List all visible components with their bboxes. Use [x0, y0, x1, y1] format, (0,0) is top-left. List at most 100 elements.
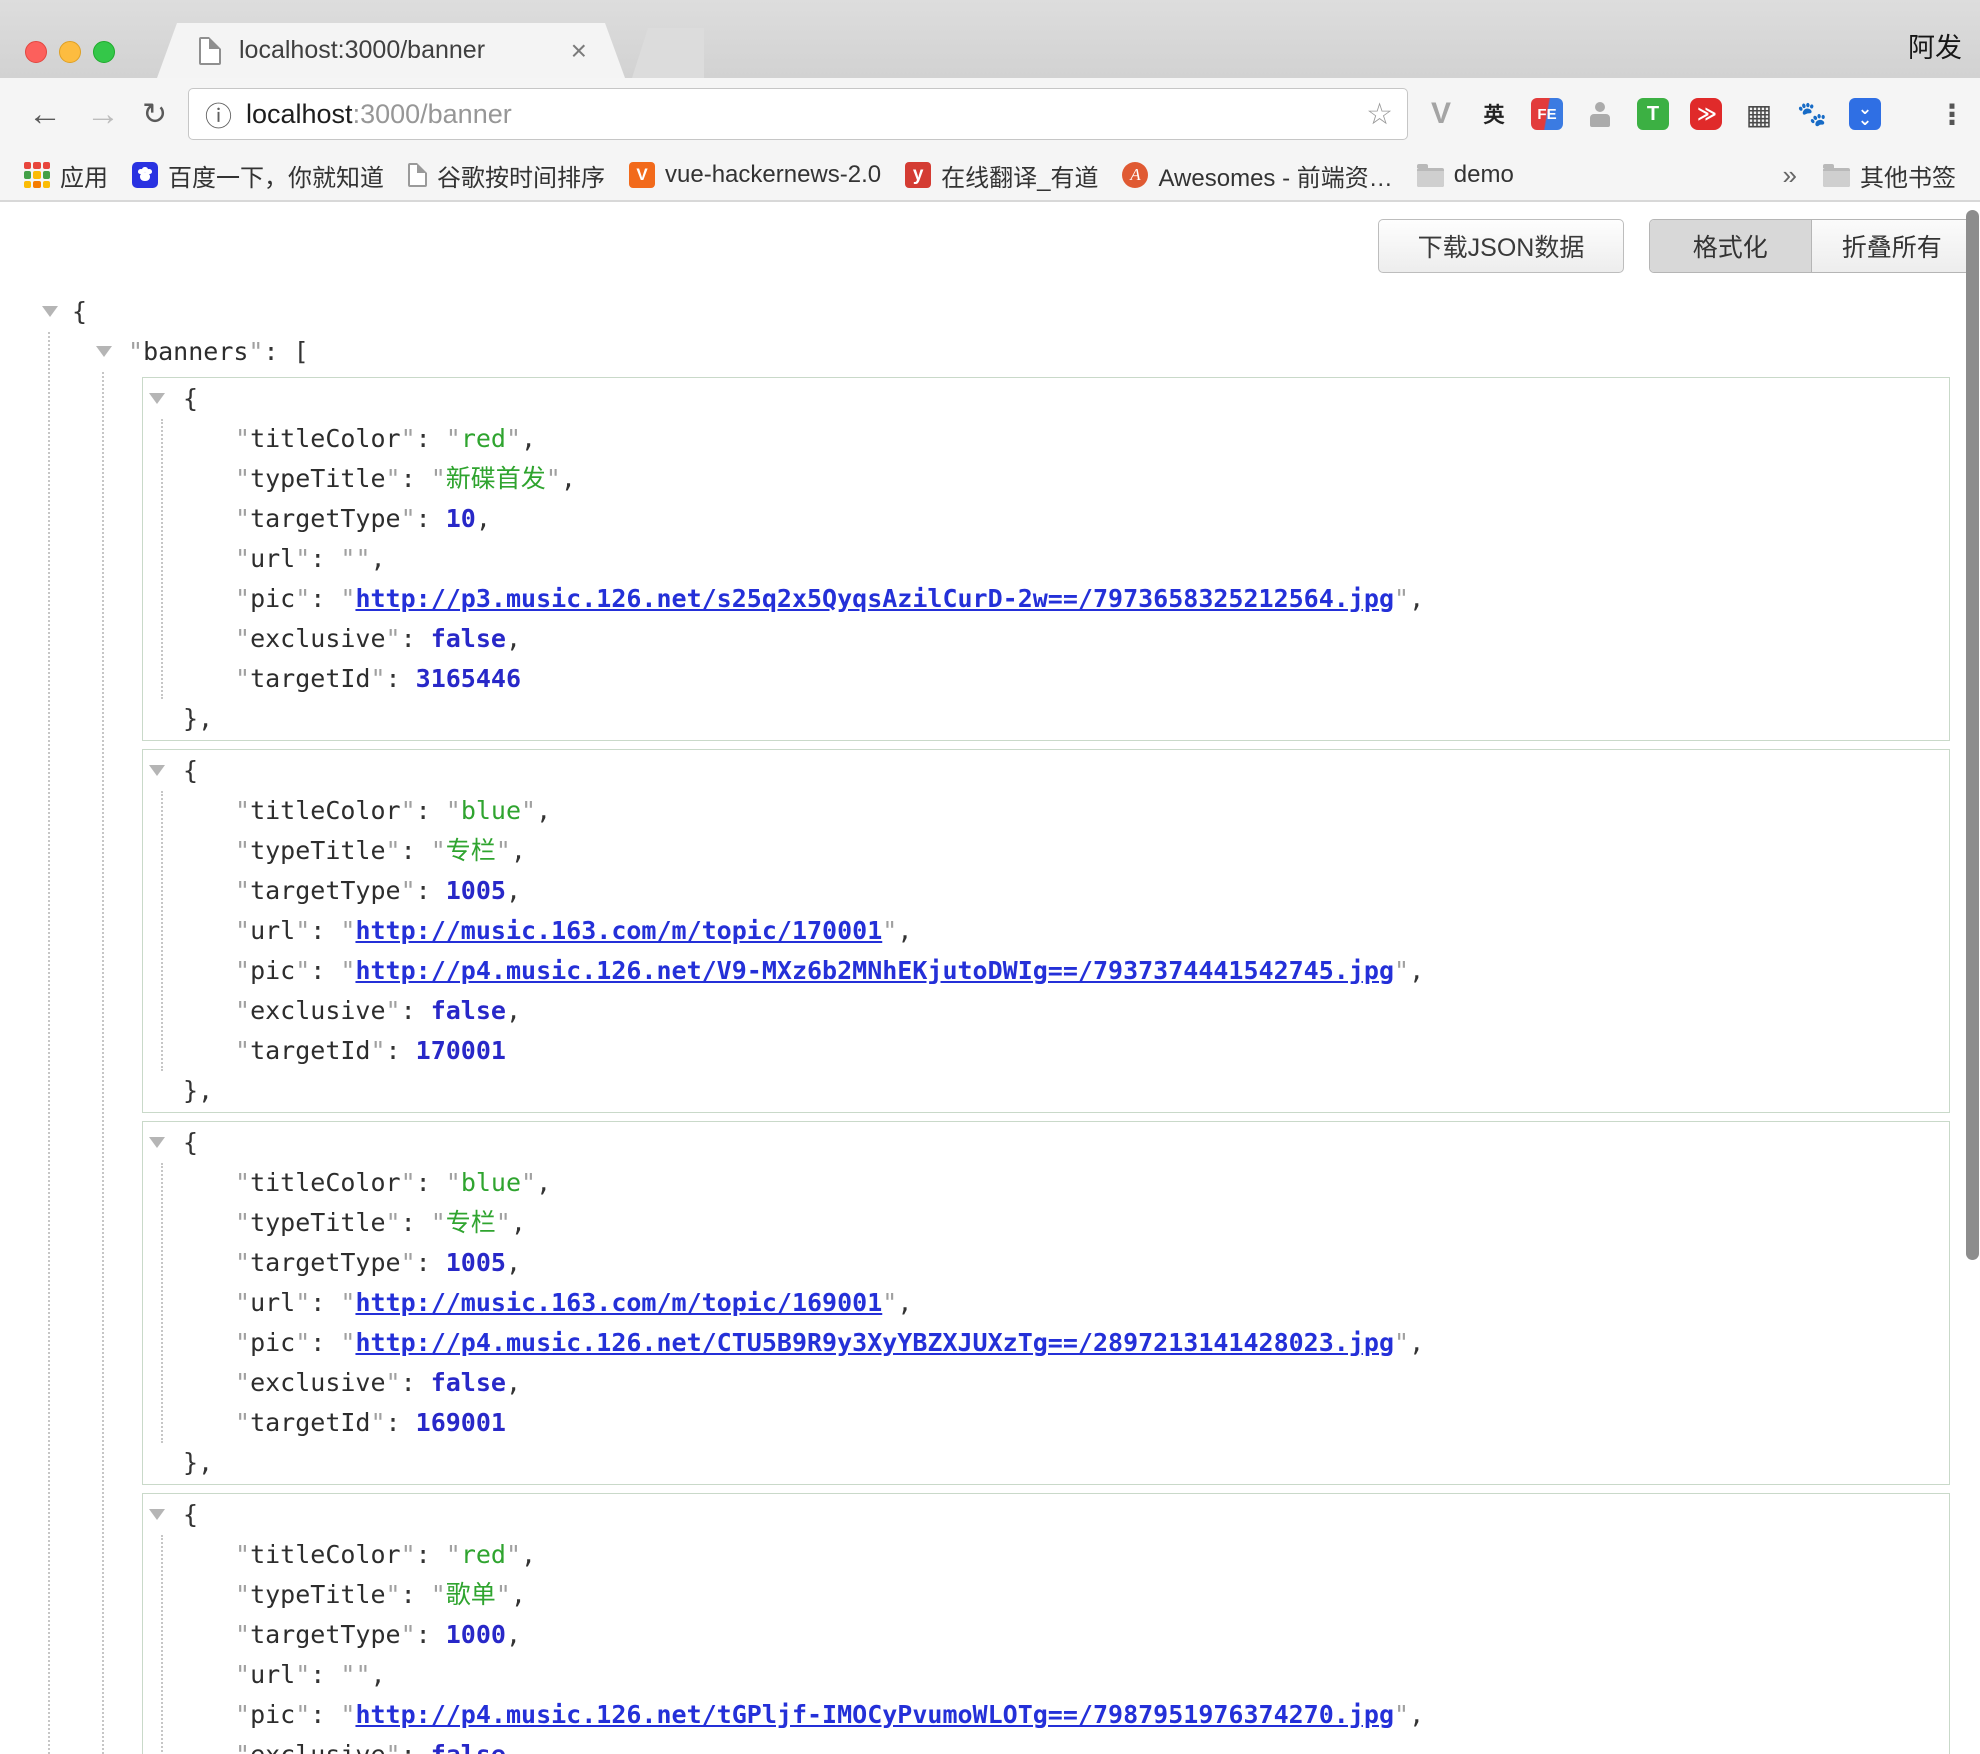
- bookmark-item[interactable]: Vvue-hackernews-2.0: [629, 161, 881, 189]
- json-field-typeTitle: "typeTitle": "新碟首发",: [143, 459, 1949, 499]
- qrcode-icon[interactable]: ▦: [1740, 95, 1778, 133]
- json-field-targetType: "targetType": 1005,: [143, 871, 1949, 911]
- video-download-icon[interactable]: ≫: [1687, 95, 1725, 133]
- page-info-icon[interactable]: ⓘ: [205, 95, 232, 134]
- tampermonkey-icon[interactable]: T: [1634, 95, 1672, 133]
- json-field-targetId: "targetId": 3165446: [143, 659, 1949, 699]
- json-link[interactable]: http://p3.music.126.net/s25q2x5QyqsAzilC…: [355, 584, 1394, 613]
- collapse-toggle-icon[interactable]: [96, 346, 112, 357]
- json-field-titleColor: "titleColor": "blue",: [143, 791, 1949, 831]
- close-window-button[interactable]: [25, 41, 47, 63]
- json-field-targetType: "targetType": 1005,: [143, 1243, 1949, 1283]
- vertical-scrollbar-thumb[interactable]: [1966, 210, 1979, 1260]
- address-bar[interactable]: ⓘ localhost:3000/banner ☆: [188, 88, 1408, 140]
- collapse-toggle-icon[interactable]: [42, 306, 58, 317]
- minimize-window-button[interactable]: [59, 41, 81, 63]
- bookmark-star-icon[interactable]: ☆: [1366, 97, 1393, 132]
- collapse-toggle-icon[interactable]: [149, 1509, 165, 1520]
- profile-name[interactable]: 阿发: [1908, 26, 1962, 65]
- bookmarks-overflow-icon[interactable]: »: [1783, 160, 1797, 191]
- bookmark-label: vue-hackernews-2.0: [665, 161, 881, 189]
- json-object-close: },: [143, 699, 1949, 739]
- bookmark-label: 谷歌按时间排序: [437, 158, 605, 193]
- reload-icon[interactable]: ↻: [142, 78, 167, 150]
- collapse-all-button[interactable]: 折叠所有: [1812, 220, 1973, 272]
- indent-guide: [48, 332, 50, 1754]
- json-field-targetType: "targetType": 1000,: [143, 1615, 1949, 1655]
- json-field-targetId: "targetId": 170001: [143, 1031, 1949, 1071]
- json-object-open: {: [143, 1495, 1949, 1535]
- bookmark-label: Awesomes - 前端资…: [1158, 158, 1392, 193]
- json-link[interactable]: http://music.163.com/m/topic/170001: [355, 916, 882, 945]
- fehelper-icon[interactable]: FE: [1528, 95, 1566, 133]
- json-field-pic: "pic": "http://p3.music.126.net/s25q2x5Q…: [143, 579, 1949, 619]
- yd-icon: y: [905, 162, 931, 188]
- bookmark-item[interactable]: demo: [1417, 161, 1514, 189]
- chrome-menu-icon[interactable]: ⋮: [1938, 78, 1966, 150]
- back-icon[interactable]: ←: [28, 78, 62, 150]
- other-bookmarks-folder[interactable]: 其他书签: [1823, 158, 1956, 193]
- bookmark-item[interactable]: 谷歌按时间排序: [408, 158, 605, 193]
- json-link[interactable]: http://p4.music.126.net/V9-MXz6b2MNhEKju…: [355, 956, 1394, 985]
- tab-title: localhost:3000/banner: [239, 36, 485, 65]
- vue-icon: V: [629, 162, 655, 188]
- format-button[interactable]: 格式化: [1650, 220, 1812, 272]
- page-icon: [408, 163, 427, 187]
- url-text: localhost:3000/banner: [246, 99, 512, 130]
- shield-icon[interactable]: ⌄⌄: [1846, 95, 1884, 133]
- json-field-titleColor: "titleColor": "red",: [143, 419, 1949, 459]
- json-object-open: {: [143, 751, 1949, 791]
- json-field-pic: "pic": "http://p4.music.126.net/CTU5B9R9…: [143, 1323, 1949, 1363]
- bookmark-item[interactable]: 百度一下，你就知道: [132, 158, 384, 193]
- json-root-line: {: [30, 292, 1950, 332]
- json-object-close: },: [143, 1443, 1949, 1483]
- collapse-toggle-icon[interactable]: [149, 765, 165, 776]
- collapse-toggle-icon[interactable]: [149, 1137, 165, 1148]
- banner-item-box: {"titleColor": "blue","typeTitle": "专栏",…: [142, 1121, 1950, 1485]
- json-link[interactable]: http://p4.music.126.net/tGPljf-IMOCyPvum…: [355, 1700, 1394, 1729]
- json-field-targetId: "targetId": 169001: [143, 1403, 1949, 1443]
- zoom-window-button[interactable]: [93, 41, 115, 63]
- json-field-exclusive: "exclusive": false,: [143, 1735, 1949, 1754]
- json-object-open: {: [143, 379, 1949, 419]
- bookmark-label: 应用: [60, 158, 108, 193]
- json-field-targetType: "targetType": 10,: [143, 499, 1949, 539]
- awe-icon: A: [1122, 162, 1148, 188]
- bookmark-item[interactable]: 应用: [24, 158, 108, 193]
- json-viewer: { "banners": [ {"titleColor": "red","typ…: [30, 292, 1950, 1754]
- json-field-exclusive: "exclusive": false,: [143, 1363, 1949, 1403]
- tab-close-icon[interactable]: ×: [571, 37, 587, 65]
- json-field-titleColor: "titleColor": "blue",: [143, 1163, 1949, 1203]
- bookmark-label: 在线翻译_有道: [941, 158, 1098, 193]
- json-field-pic: "pic": "http://p4.music.126.net/V9-MXz6b…: [143, 951, 1949, 991]
- person-icon[interactable]: [1581, 95, 1619, 133]
- collapse-toggle-icon[interactable]: [149, 393, 165, 404]
- json-object-open: {: [143, 1123, 1949, 1163]
- json-field-url: "url": "",: [143, 1655, 1949, 1695]
- vue-devtools-icon[interactable]: V: [1422, 95, 1460, 133]
- bookmark-label: 其他书签: [1860, 158, 1956, 193]
- json-field-exclusive: "exclusive": false,: [143, 991, 1949, 1031]
- forward-icon[interactable]: →: [86, 78, 120, 150]
- folder-icon: [1417, 168, 1444, 187]
- json-link[interactable]: http://p4.music.126.net/CTU5B9R9y3XyYBZX…: [355, 1328, 1394, 1357]
- new-tab-button[interactable]: [632, 28, 704, 78]
- browser-toolbar: ← → ↻ ⓘ localhost:3000/banner ☆ V英 FE T ≫ ▦ 🐾…: [0, 78, 1980, 150]
- browser-tab[interactable]: localhost:3000/banner ×: [157, 23, 625, 78]
- page-icon: [199, 37, 221, 65]
- json-field-url: "url": "http://music.163.com/m/topic/170…: [143, 911, 1949, 951]
- json-link[interactable]: http://music.163.com/m/topic/169001: [355, 1288, 882, 1317]
- json-field-typeTitle: "typeTitle": "专栏",: [143, 831, 1949, 871]
- bookmarks-bar: 应用百度一下，你就知道 谷歌按时间排序 Vvue-hackernews-2.0 y 在线…: [0, 150, 1980, 202]
- json-field-typeTitle: "typeTitle": "歌单",: [143, 1575, 1949, 1615]
- bookmark-label: demo: [1454, 161, 1514, 189]
- translate-icon[interactable]: 英: [1475, 95, 1513, 133]
- paw-icon[interactable]: 🐾: [1793, 95, 1831, 133]
- apps-icon: [24, 162, 50, 188]
- banner-item-box: {"titleColor": "red","typeTitle": "新碟首发"…: [142, 377, 1950, 741]
- json-field-exclusive: "exclusive": false,: [143, 619, 1949, 659]
- json-field-url: "url": "http://music.163.com/m/topic/169…: [143, 1283, 1949, 1323]
- bookmark-item[interactable]: A Awesomes - 前端资…: [1122, 158, 1392, 193]
- bookmark-item[interactable]: y 在线翻译_有道: [905, 158, 1098, 193]
- download-json-button[interactable]: 下载JSON数据: [1378, 219, 1624, 273]
